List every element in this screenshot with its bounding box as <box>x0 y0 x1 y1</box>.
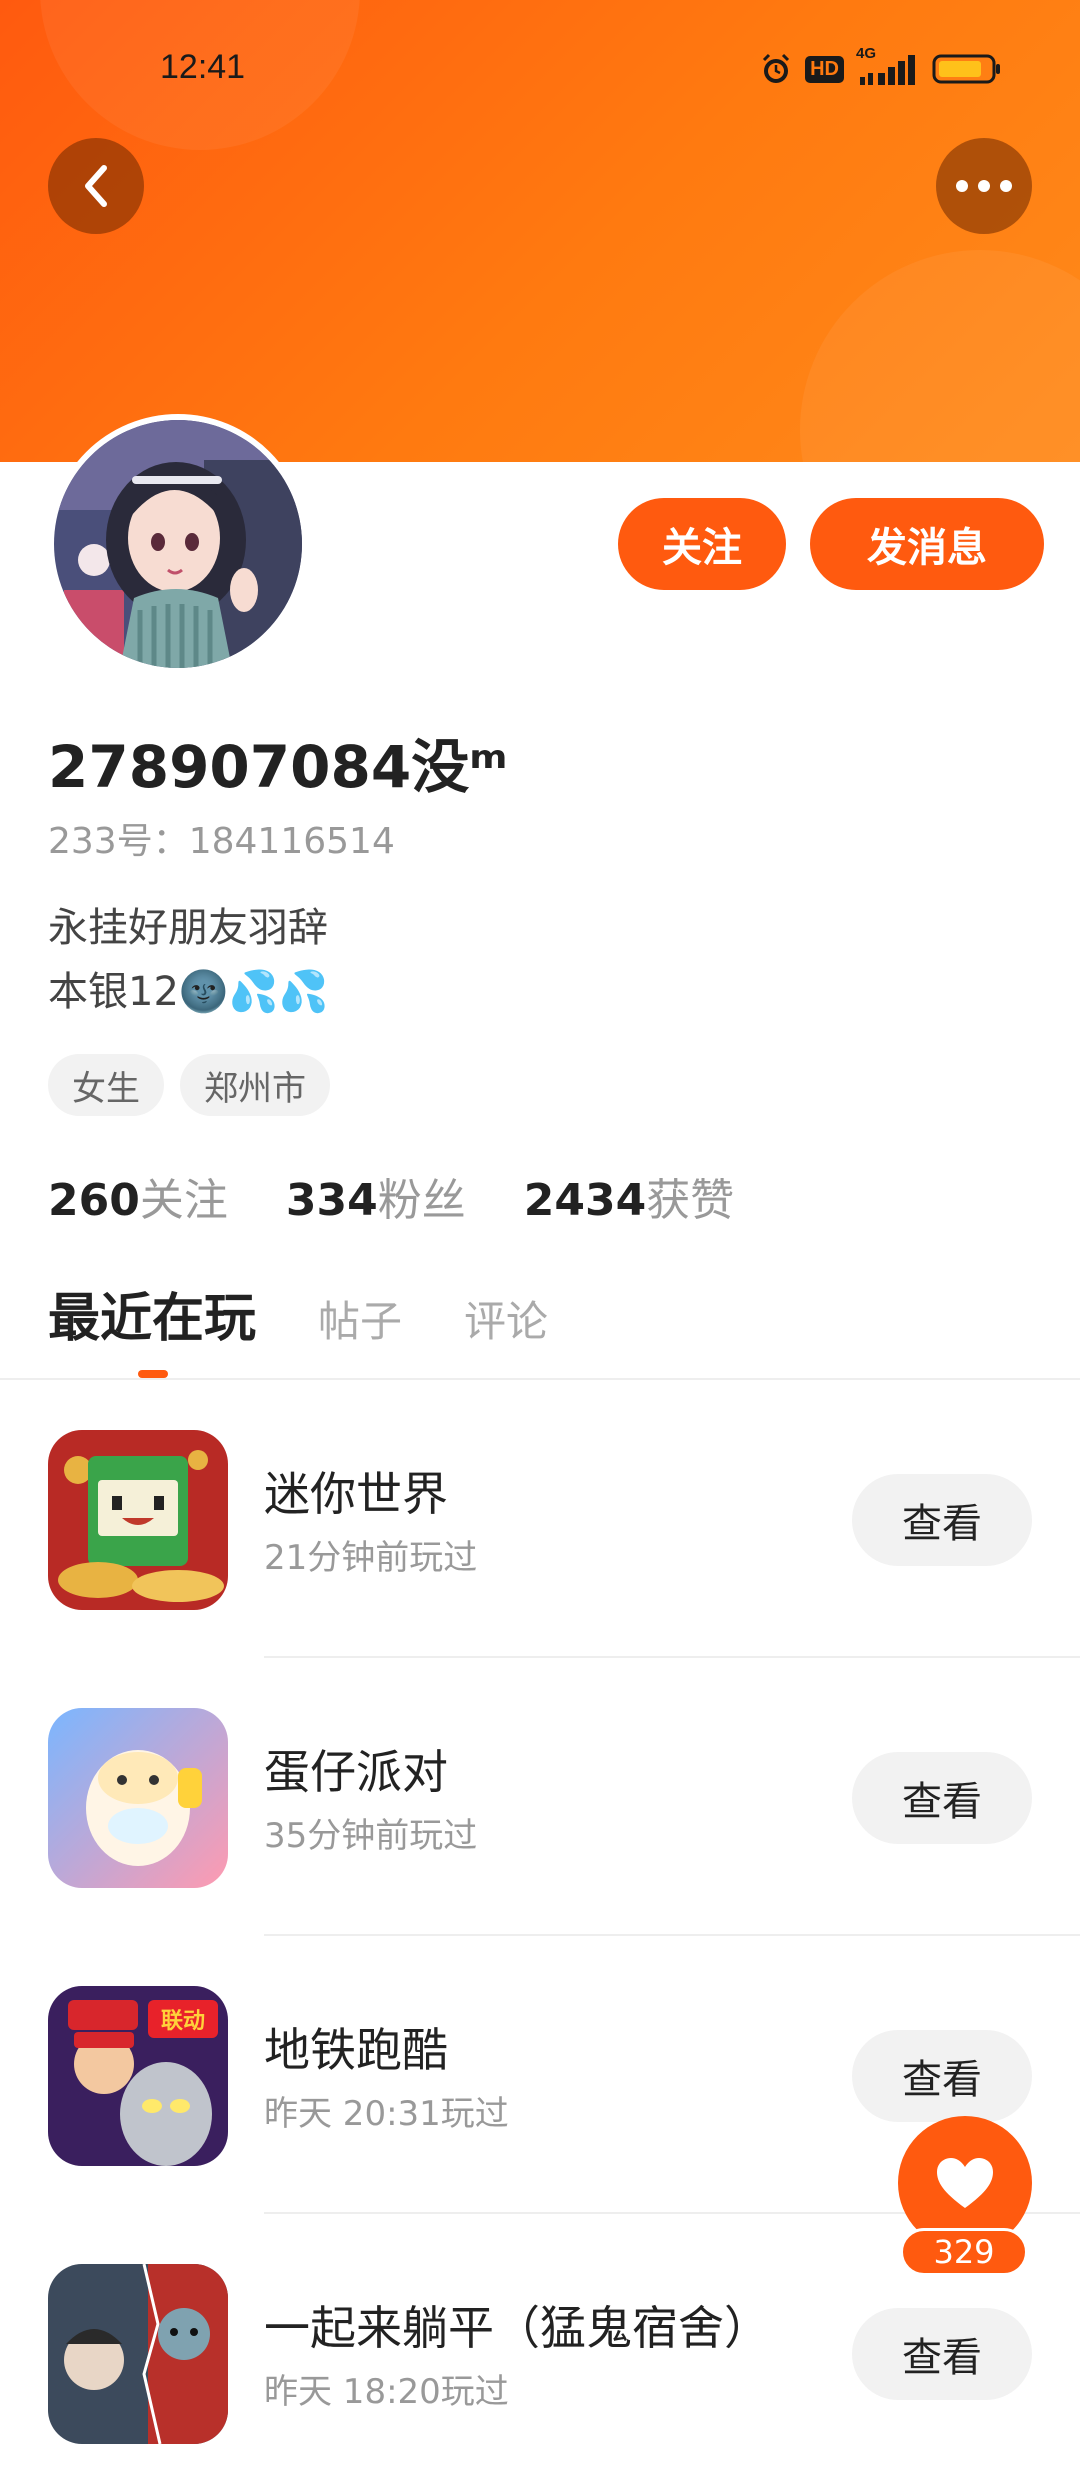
more-icon <box>956 180 1012 192</box>
game-last-played: 昨天 20:31玩过 <box>264 2094 509 2134</box>
avatar[interactable] <box>48 414 308 674</box>
view-game-button[interactable]: 查看 <box>852 1474 1032 1566</box>
avatar-image <box>54 420 302 668</box>
game-name: 蛋仔派对 <box>264 1745 448 1799</box>
stat-following[interactable]: 260关注 <box>48 1164 228 1228</box>
view-game-button[interactable]: 查看 <box>852 1752 1032 1844</box>
status-time: 12:41 <box>160 48 246 86</box>
game-last-played: 昨天 18:20玩过 <box>264 2372 509 2412</box>
game-icon-lie-flat-together <box>48 2264 228 2444</box>
game-name: 地铁跑酷 <box>264 2023 448 2077</box>
battery-icon <box>932 54 1000 84</box>
bio-line: 永挂好朋友羽辞 <box>48 905 328 951</box>
status-icons: HD 4G <box>759 45 1002 86</box>
tab-recently-played[interactable]: 最近在玩 <box>48 1276 256 1351</box>
view-game-button[interactable]: 查看 <box>852 2308 1032 2400</box>
heart-icon <box>937 2158 993 2208</box>
game-icon-eggy-party <box>48 1708 228 1888</box>
stat-followers[interactable]: 334粉丝 <box>286 1164 466 1228</box>
stats-bar: 260关注 334粉丝 2434获赞 <box>48 1164 734 1228</box>
user-id: 233号：184116514 <box>48 821 395 862</box>
stat-likes[interactable]: 2434获赞 <box>524 1164 734 1228</box>
tab-posts[interactable]: 帖子 <box>318 1288 402 1349</box>
game-name: 一起来躺平（猛鬼宿舍） <box>264 2301 770 2355</box>
game-last-played: 21分钟前玩过 <box>264 1538 478 1578</box>
profile-tabs: 最近在玩 帖子 评论 <box>48 1276 548 1351</box>
view-game-button[interactable]: 查看 <box>852 2030 1032 2122</box>
bio: 永挂好朋友羽辞 本银12🌚💦💦 <box>48 896 328 1024</box>
game-icon-mini-world <box>48 1430 228 1610</box>
svg-text:联动: 联动 <box>161 2009 205 2034</box>
signal-icon: 4G <box>856 45 920 85</box>
alarm-icon <box>763 53 790 83</box>
back-button[interactable] <box>48 138 144 234</box>
tab-comments[interactable]: 评论 <box>464 1288 548 1349</box>
game-last-played: 35分钟前玩过 <box>264 1816 478 1856</box>
game-icon-subway-surfers: 联动 <box>48 1986 228 2166</box>
follow-button[interactable]: 关注 <box>618 498 786 590</box>
more-button[interactable] <box>936 138 1032 234</box>
header-decoration <box>800 250 1080 462</box>
username: 278907084没ᵐ <box>48 733 508 801</box>
status-bar: 12:41 HD 4G <box>0 0 1080 140</box>
send-message-button[interactable]: 发消息 <box>810 498 1044 590</box>
back-icon <box>85 165 107 207</box>
like-count-badge: 329 <box>900 2228 1028 2276</box>
bio-line: 本银12🌚💦💦 <box>48 969 329 1015</box>
game-row[interactable]: 迷你世界 21分钟前玩过 查看 <box>0 1380 1080 1658</box>
hd-badge: HD <box>805 55 844 83</box>
game-name: 迷你世界 <box>264 1467 448 1521</box>
active-tab-indicator <box>138 1370 168 1378</box>
tag-gender: 女生 <box>48 1054 164 1116</box>
tag-city: 郑州市 <box>180 1054 330 1116</box>
game-row[interactable]: 蛋仔派对 35分钟前玩过 查看 <box>0 1658 1080 1936</box>
